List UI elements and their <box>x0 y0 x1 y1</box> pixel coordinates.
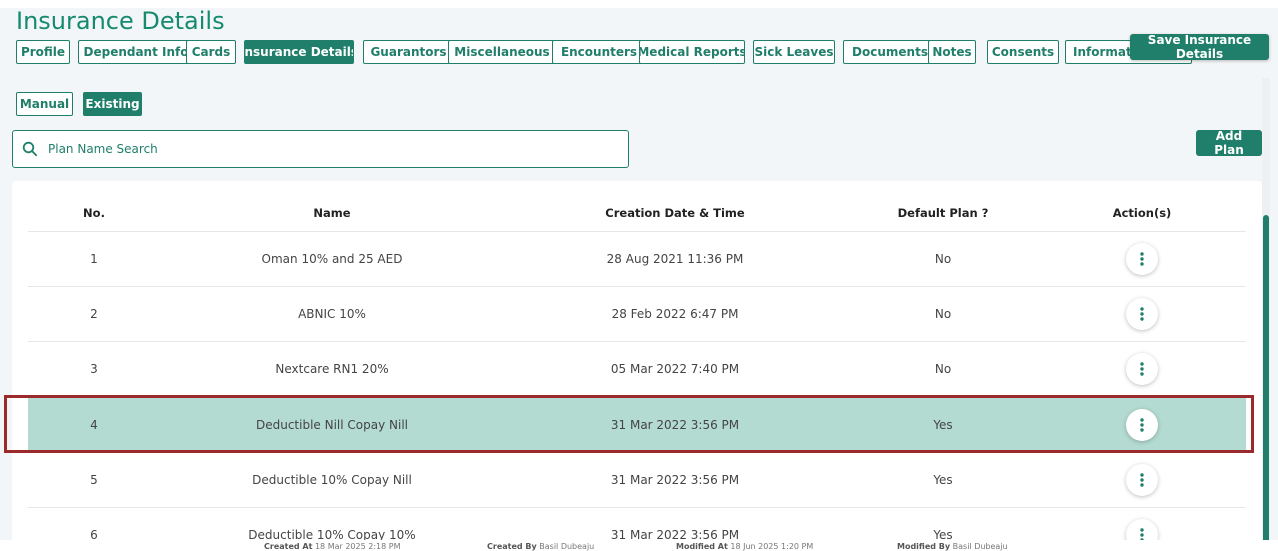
more-vertical-icon <box>1140 251 1144 266</box>
modified-at-value: 18 Jun 2025 1:20 PM <box>730 542 814 551</box>
created-by-value: Basil Dubeaju <box>539 542 595 551</box>
table-row[interactable]: 2 ABNIC 10% 28 Feb 2022 6:47 PM No <box>28 286 1246 342</box>
default-plan: No <box>934 306 952 321</box>
plan-name: Oman 10% and 25 AED <box>261 251 403 266</box>
tab-cards[interactable]: Cards <box>186 40 236 64</box>
table-row[interactable]: 1 Oman 10% and 25 AED 28 Aug 2021 11:36 … <box>28 231 1246 287</box>
subtab-manual[interactable]: Manual <box>16 92 73 116</box>
plan-name: ABNIC 10% <box>298 306 366 321</box>
page-title: Insurance Details <box>16 7 225 35</box>
plan-name-search-input[interactable] <box>46 141 628 157</box>
created-at-label: Created At <box>264 542 313 551</box>
row-actions-button[interactable] <box>1126 242 1158 275</box>
subtab-existing[interactable]: Existing <box>83 92 142 116</box>
plan-name: Deductible 10% Copay Nill <box>252 472 412 487</box>
tab-miscellaneous[interactable]: Miscellaneous <box>448 40 556 64</box>
row-number: 4 <box>90 417 98 432</box>
row-actions-button[interactable] <box>1126 463 1158 496</box>
save-insurance-details-button[interactable]: Save Insurance Details <box>1130 33 1269 61</box>
row-number: 5 <box>90 472 98 487</box>
tab-insurance-details[interactable]: Insurance Details <box>244 40 354 64</box>
default-plan: Yes <box>933 417 953 432</box>
creation-date: 31 Mar 2022 3:56 PM <box>610 472 740 487</box>
table-row[interactable]: 3 Nextcare RN1 20% 05 Mar 2022 7:40 PM N… <box>28 341 1246 397</box>
plan-name: Nextcare RN1 20% <box>275 361 389 376</box>
column-header-creation-date: Creation Date & Time <box>605 206 745 220</box>
creation-date: 28 Aug 2021 11:36 PM <box>606 251 744 266</box>
tab-notes[interactable]: Notes <box>928 40 976 64</box>
table-row[interactable]: 5 Deductible 10% Copay Nill 31 Mar 2022 … <box>28 452 1246 508</box>
more-vertical-icon <box>1140 417 1144 432</box>
tab-dependant-info[interactable]: Dependant Info <box>78 40 194 64</box>
default-plan: No <box>934 251 952 266</box>
row-actions-button[interactable] <box>1126 297 1158 330</box>
plans-table-card: No. Name Creation Date & Time Default Pl… <box>12 181 1262 551</box>
row-number: 2 <box>90 306 98 321</box>
modified-at-label: Modified At <box>676 542 728 551</box>
search-icon <box>22 141 38 157</box>
more-vertical-icon <box>1140 306 1144 321</box>
table-header: No. Name Creation Date & Time Default Pl… <box>28 181 1246 232</box>
column-header-actions: Action(s) <box>1112 206 1172 220</box>
more-vertical-icon <box>1140 472 1144 487</box>
tab-medical-reports[interactable]: Medical Reports <box>639 40 745 64</box>
scrollbar-thumb[interactable] <box>1263 215 1269 551</box>
tab-guarantors[interactable]: Guarantors <box>363 40 454 64</box>
modified-by-label: Modified By <box>897 542 951 551</box>
tab-encounters[interactable]: Encounters <box>552 40 646 64</box>
table-row-selected[interactable]: 4 Deductible Nill Copay Nill 31 Mar 2022… <box>28 397 1246 453</box>
creation-date: 31 Mar 2022 3:56 PM <box>610 417 740 432</box>
audit-footer: Created At 18 Mar 2025 2:18 PM Created B… <box>0 540 1278 551</box>
default-plan: No <box>934 361 952 376</box>
more-vertical-icon <box>1140 361 1144 376</box>
column-header-name: Name <box>313 206 351 220</box>
column-header-no: No. <box>83 206 105 220</box>
tab-sick-leaves[interactable]: Sick Leaves <box>753 40 835 64</box>
add-plan-button[interactable]: Add Plan <box>1196 129 1262 157</box>
row-actions-button[interactable] <box>1126 408 1158 441</box>
column-header-default-plan: Default Plan ? <box>897 206 989 220</box>
row-number: 1 <box>90 251 98 266</box>
plan-name: Deductible Nill Copay Nill <box>255 417 409 432</box>
created-by-label: Created By <box>487 542 537 551</box>
row-number: 3 <box>90 361 98 376</box>
created-at-value: 18 Mar 2025 2:18 PM <box>314 542 401 551</box>
row-actions-button[interactable] <box>1126 352 1158 385</box>
modified-by-value: Basil Dubeaju <box>952 542 1008 551</box>
creation-date: 28 Feb 2022 6:47 PM <box>611 306 739 321</box>
creation-date: 05 Mar 2022 7:40 PM <box>610 361 740 376</box>
tab-profile[interactable]: Profile <box>16 40 70 64</box>
plan-search-box[interactable] <box>12 130 629 168</box>
tab-documents[interactable]: Documents <box>843 40 937 64</box>
default-plan: Yes <box>933 472 953 487</box>
tab-consents[interactable]: Consents <box>987 40 1059 64</box>
